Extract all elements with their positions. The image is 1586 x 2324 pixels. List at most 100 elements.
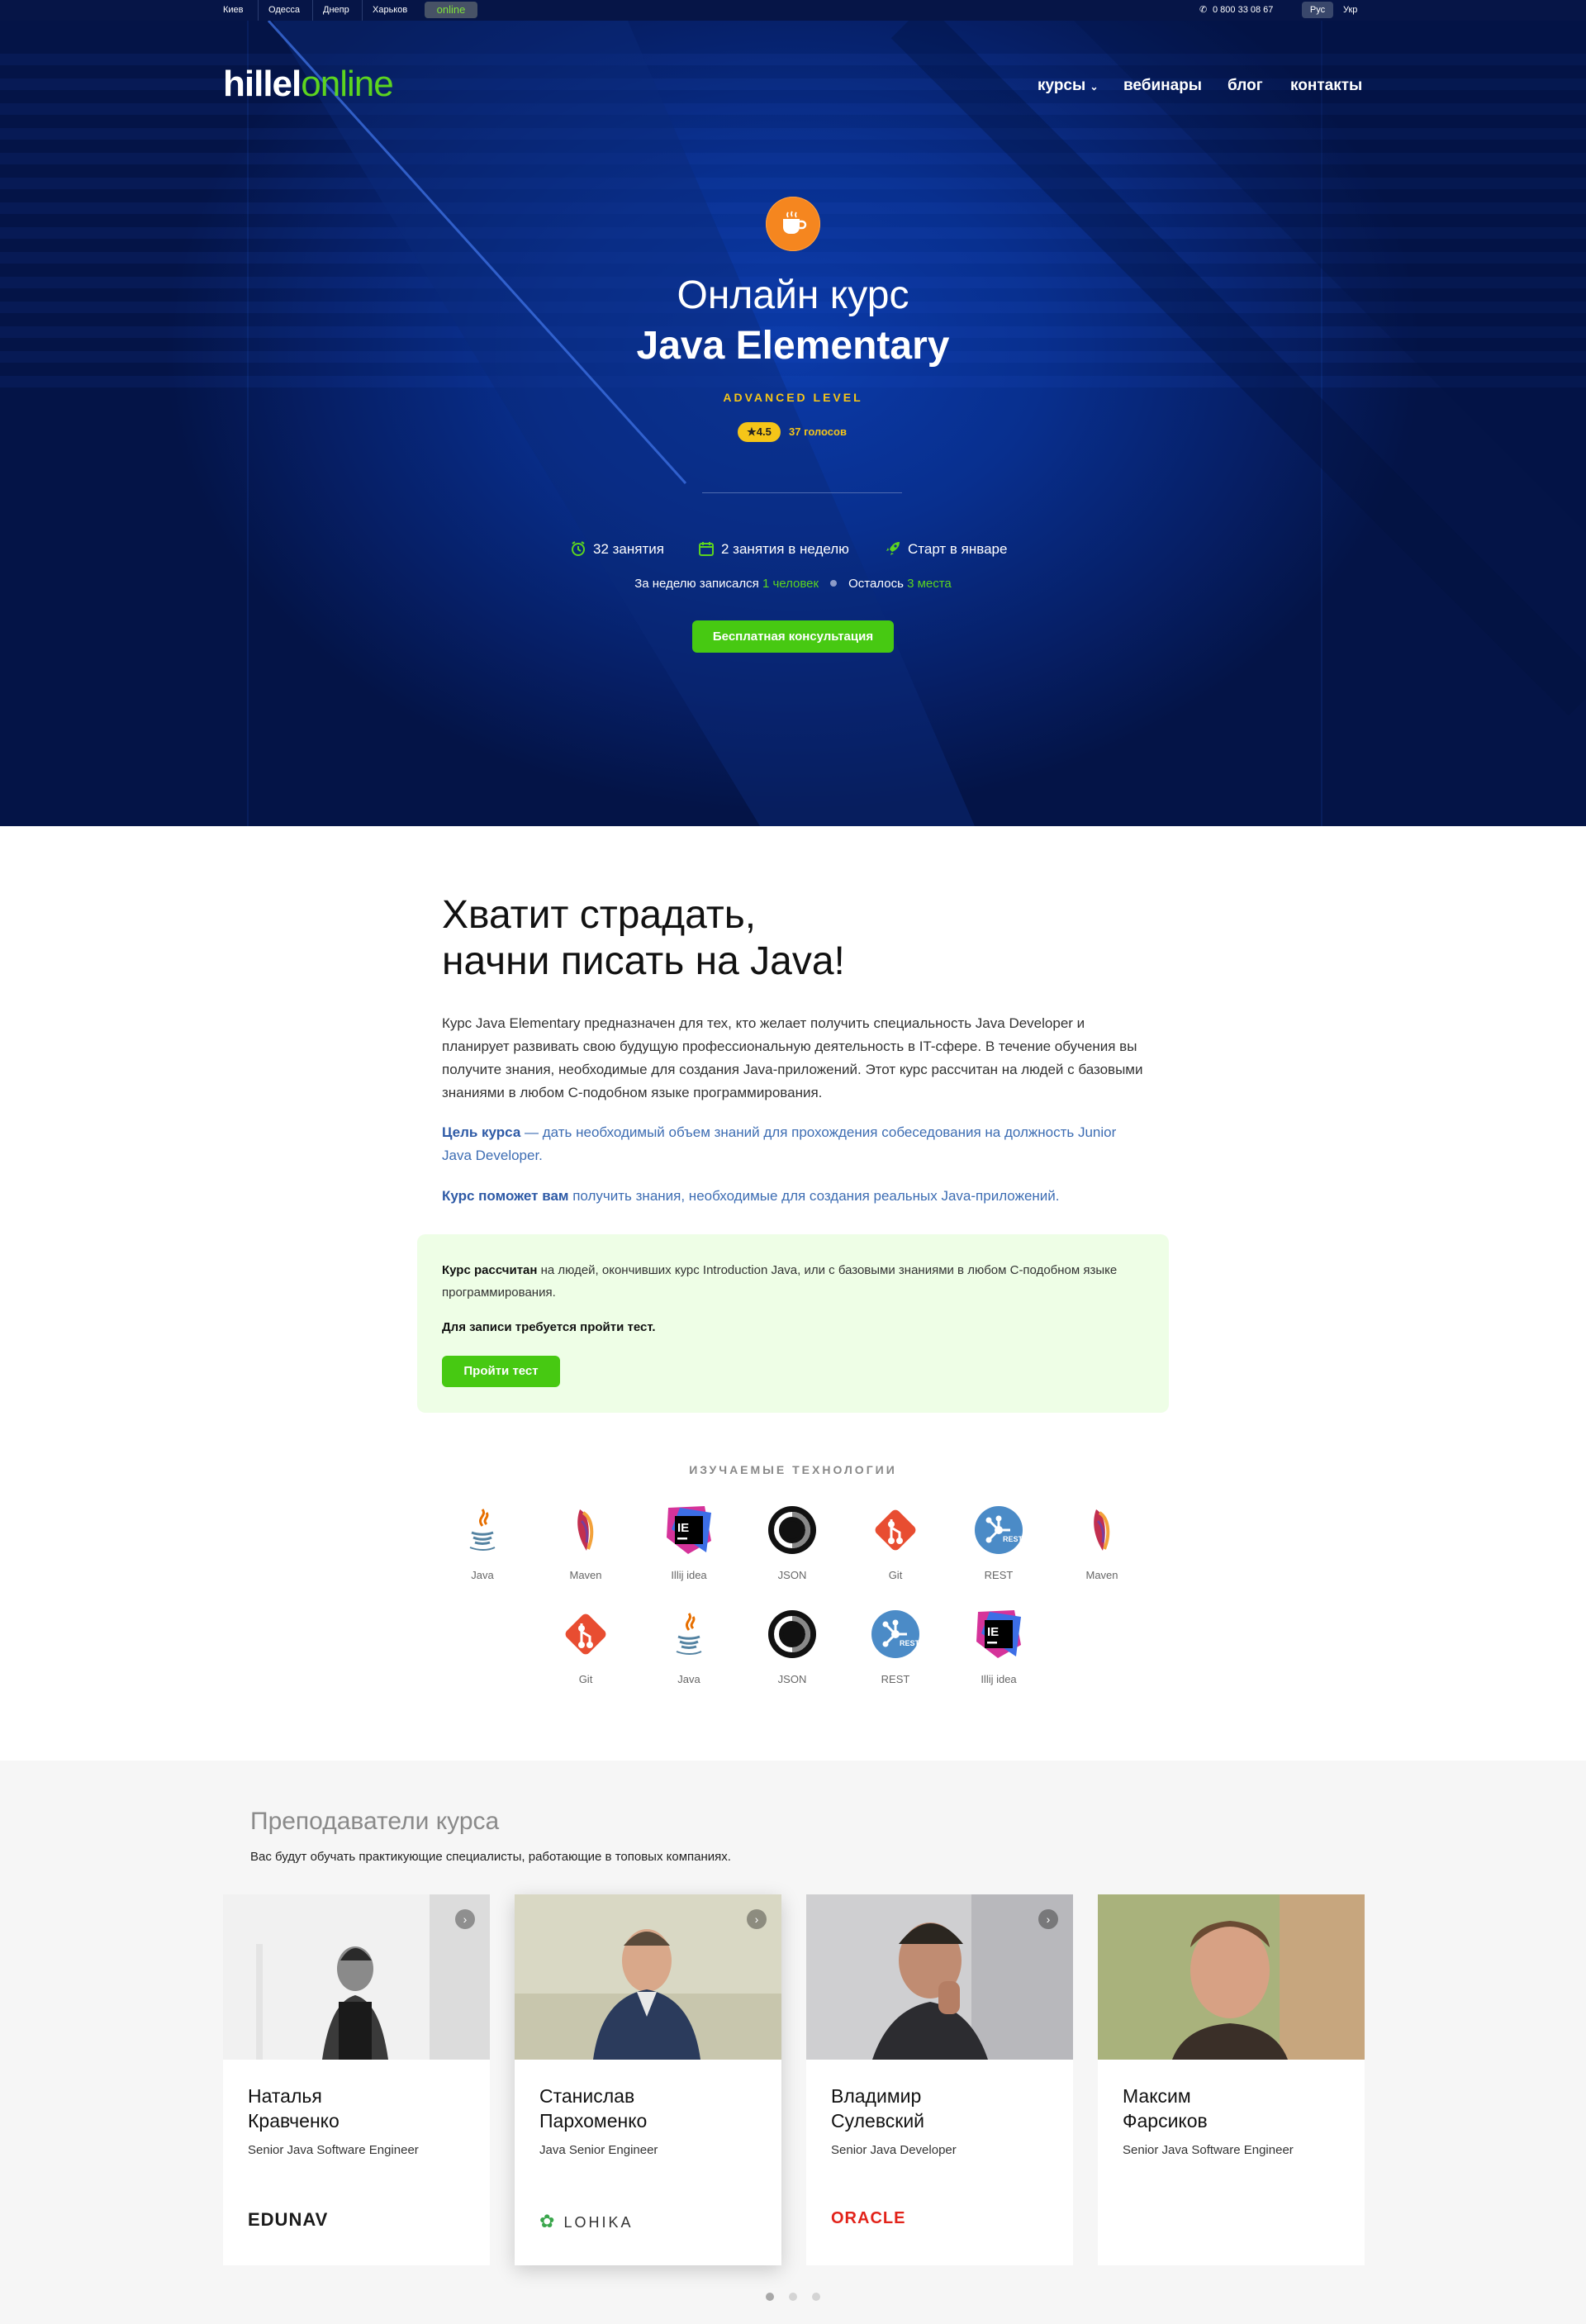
separator-dot: [830, 580, 838, 587]
json-icon: [768, 1506, 816, 1554]
city-link-kiev[interactable]: Киев: [223, 0, 244, 21]
teachers-section: Преподаватели курса Вас будут обучать пр…: [0, 1761, 1586, 2324]
chevron-right-icon[interactable]: ›: [1038, 1909, 1058, 1929]
tech-item: REST REST: [947, 1504, 1050, 1595]
tech-item: IE Illij idea: [638, 1504, 740, 1595]
phone-number: 0 800 33 08 67: [1213, 5, 1274, 15]
company-logo-edunav: EDUNAV: [248, 2209, 329, 2230]
star-icon: ★: [747, 425, 757, 438]
rest-icon: REST: [871, 1610, 920, 1658]
nav-blog[interactable]: блог: [1227, 74, 1263, 98]
teacher-card[interactable]: › Станислав Пархоменко Java Senior Engine…: [515, 1894, 781, 2265]
teacher-role: Senior Java Software Engineer: [248, 2143, 419, 2157]
git-icon: [565, 1613, 606, 1655]
teacher-role: Java Senior Engineer: [539, 2143, 658, 2157]
hero-title-line1: Онлайн курс: [677, 273, 909, 317]
teacher-name: Владимир Сулевский: [831, 2085, 925, 2132]
phone-icon: ✆: [1199, 5, 1208, 15]
chevron-right-icon[interactable]: ›: [747, 1909, 767, 1929]
top-bar: Киев Одесса Днепр Харьков online ✆ 0 800 …: [0, 0, 1586, 21]
test-note: Для записи требуется пройти тест.: [442, 1320, 656, 1334]
hero-title-line2: Java Elementary: [636, 324, 950, 368]
hero-divider: [702, 492, 902, 493]
teacher-card[interactable]: › Наталья Кравченко Senior Java Software …: [223, 1894, 490, 2265]
teacher-photo: [1098, 1894, 1365, 2060]
json-icon: [768, 1610, 816, 1658]
stat-start: Старт в январе: [885, 539, 1007, 563]
tech-item: Maven: [1051, 1504, 1153, 1595]
teacher-name: Максим Фарсиков: [1123, 2085, 1208, 2132]
company-logo-lohika: ✿ LOHIKA: [539, 2211, 634, 2231]
intellij-icon: IE: [667, 1506, 711, 1554]
tech-item: REST REST: [844, 1609, 947, 1699]
company-logo-oracle: ORACLE: [831, 2209, 906, 2227]
hillel-logo[interactable]: hillelonline: [223, 64, 394, 105]
teachers-subtitle: Вас будут обучать практикующие специалис…: [250, 1850, 731, 1864]
chevron-down-icon: ⌄: [1090, 81, 1099, 93]
carousel-dot-3[interactable]: [812, 2293, 820, 2301]
city-link-odessa[interactable]: Одесса: [258, 0, 300, 21]
teacher-photo: [806, 1894, 1073, 2060]
teacher-name: Наталья Кравченко: [248, 2085, 340, 2132]
votes-count: 37 голосов: [789, 425, 847, 438]
tech-item: Java: [431, 1504, 534, 1595]
rocket-icon: [885, 540, 901, 563]
teacher-photo: [515, 1894, 781, 2060]
java-icon: [469, 1509, 496, 1551]
lohika-leaf-icon: ✿: [539, 2211, 558, 2231]
course-goal: Цель курса — дать необходимый объем знан…: [442, 1124, 1117, 1163]
teacher-card[interactable]: › Владимир Сулевский Senior Java Develope…: [806, 1894, 1073, 2265]
city-link-kharkov[interactable]: Харьков: [362, 0, 407, 21]
tech-item: Java: [638, 1609, 740, 1699]
course-benefit: Курс поможет вам получить знания, необхо…: [442, 1188, 1060, 1204]
maven-icon: [577, 1509, 594, 1551]
city-link-dnepr[interactable]: Днепр: [312, 0, 349, 21]
technologies-title: ИЗУЧАЕМЫЕ ТЕХНОЛОГИИ: [689, 1463, 897, 1476]
requirements-box: Курс рассчитан на людей, окончивших курс…: [417, 1234, 1169, 1413]
hero-section: hillelonline курсы ⌄ вебинары блог конта…: [0, 21, 1586, 826]
nav-webinars[interactable]: вебинары: [1123, 74, 1202, 98]
requirements-text: Курс рассчитан на людей, окончивших курс…: [442, 1263, 1118, 1300]
tech-item: JSON: [741, 1609, 843, 1699]
maven-icon: [1094, 1509, 1110, 1551]
intro-paragraph: Курс Java Elementary предназначен для те…: [442, 1015, 1143, 1100]
coffee-cup-icon: [766, 197, 820, 251]
alarm-clock-icon: [570, 540, 586, 563]
teacher-role: Senior Java Software Engineer: [1123, 2143, 1294, 2157]
intellij-icon: IE: [976, 1610, 1021, 1658]
teachers-title: Преподаватели курса: [250, 1808, 500, 1835]
tech-item: IE Illij idea: [947, 1609, 1050, 1699]
teacher-name: Станислав Пархоменко: [539, 2085, 648, 2132]
free-consultation-button[interactable]: Бесплатная консультация: [692, 620, 894, 653]
chevron-right-icon[interactable]: ›: [455, 1909, 475, 1929]
git-icon: [875, 1509, 916, 1551]
carousel-dot-2[interactable]: [789, 2293, 797, 2301]
svg-text:IE: IE: [987, 1625, 999, 1639]
nav-contacts[interactable]: контакты: [1290, 74, 1362, 98]
calendar-icon: [698, 540, 715, 563]
lang-ru-button[interactable]: Рус: [1302, 2, 1333, 18]
teacher-role: Senior Java Developer: [831, 2143, 957, 2157]
intro-heading: Хватит страдать, начни писать на Java!: [442, 893, 845, 983]
enrollment-info: За неделю записался 1 человек Осталось 3 …: [634, 577, 952, 591]
online-badge[interactable]: online: [425, 2, 477, 18]
carousel-dot-1[interactable]: [766, 2293, 774, 2301]
take-test-button[interactable]: Пройти тест: [442, 1356, 560, 1387]
tech-item: Maven: [534, 1504, 637, 1595]
course-level: ADVANCED LEVEL: [723, 391, 863, 404]
java-icon: [676, 1613, 702, 1655]
rest-icon: REST: [975, 1506, 1023, 1554]
svg-text:REST: REST: [900, 1639, 920, 1647]
lang-ua-button[interactable]: Укр: [1343, 0, 1357, 21]
tech-item: JSON: [741, 1504, 843, 1595]
stat-lessons: 32 занятия: [570, 539, 664, 563]
nav-courses[interactable]: курсы ⌄: [1038, 74, 1099, 99]
rating-badge: ★4.5: [738, 422, 781, 442]
phone-link[interactable]: ✆ 0 800 33 08 67: [1199, 0, 1273, 21]
svg-text:IE: IE: [677, 1521, 689, 1535]
tech-item: Git: [844, 1504, 947, 1595]
teacher-photo: [223, 1894, 490, 2060]
tech-item: Git: [534, 1609, 637, 1699]
teacher-card[interactable]: Максим Фарсиков Senior Java Software Engi…: [1098, 1894, 1365, 2265]
svg-text:REST: REST: [1003, 1535, 1023, 1543]
